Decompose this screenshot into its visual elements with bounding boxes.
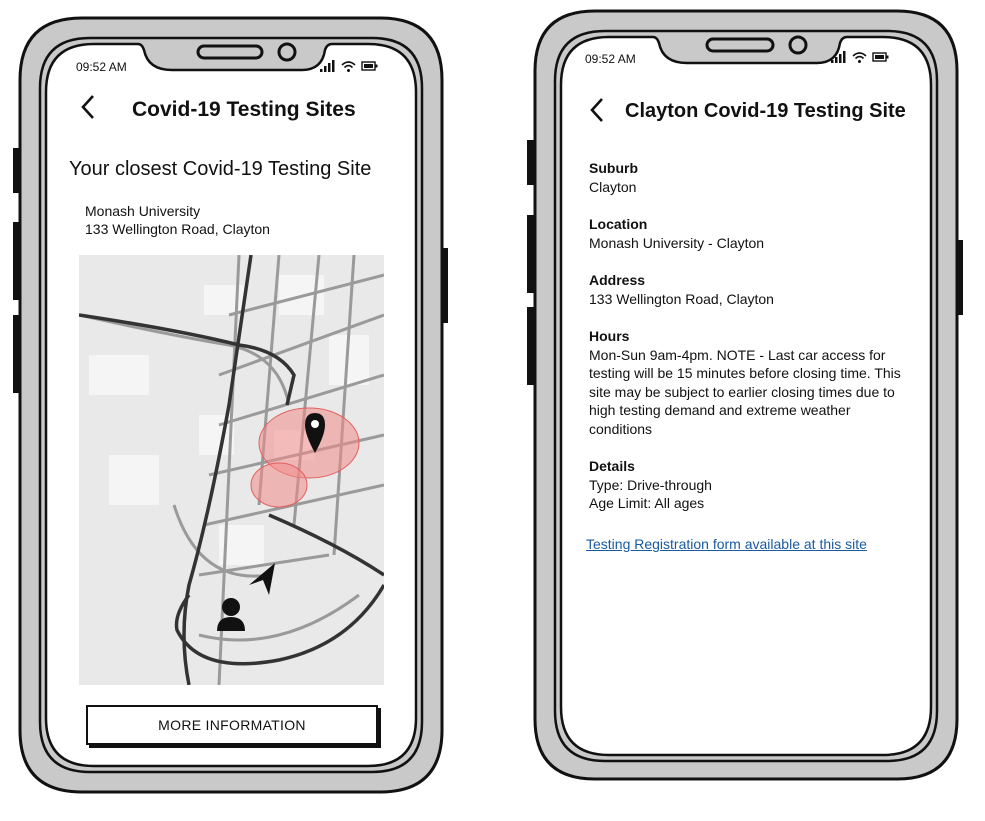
wifi-icon	[852, 52, 867, 63]
back-button[interactable]	[80, 94, 96, 127]
site-address-block: Monash University 133 Wellington Road, C…	[85, 202, 270, 238]
suburb-value: Clayton	[589, 178, 637, 195]
details-label: Details	[589, 458, 635, 474]
right-phone: 09:52 AM Clayton Covid-19 Testing Site S…	[525, 5, 965, 785]
address-value: 133 Wellington Road, Clayton	[589, 290, 774, 307]
suburb-field: Suburb Clayton	[589, 159, 901, 196]
signal-icon	[320, 60, 335, 72]
battery-icon	[872, 52, 889, 62]
chevron-left-icon	[590, 98, 603, 122]
closest-site-heading: Your closest Covid-19 Testing Site	[69, 158, 372, 180]
site-address: 133 Wellington Road, Clayton	[85, 221, 270, 237]
location-field: Location Monash University - Clayton	[589, 215, 901, 252]
site-name: Monash University	[85, 203, 201, 219]
registration-form-link[interactable]: Testing Registration form available at t…	[586, 536, 867, 552]
site-map[interactable]	[79, 255, 384, 685]
hours-label: Hours	[589, 328, 630, 344]
status-icons	[320, 60, 378, 72]
status-time: 09:52 AM	[585, 52, 636, 66]
location-label: Location	[589, 216, 648, 232]
page-title: Covid-19 Testing Sites	[132, 98, 356, 121]
more-information-button[interactable]: MORE INFORMATION	[86, 705, 378, 745]
address-field: Address 133 Wellington Road, Clayton	[589, 271, 901, 308]
status-time: 09:52 AM	[76, 60, 127, 74]
page-title: Clayton Covid-19 Testing Site	[625, 100, 906, 122]
address-label: Address	[589, 272, 646, 288]
details-field: Details Type: Drive-through Age Limit: A…	[589, 457, 901, 513]
details-type: Type: Drive-through	[589, 476, 712, 493]
hours-field: Hours Mon-Sun 9am-4pm. NOTE - Last car a…	[589, 327, 901, 438]
details-age: Age Limit: All ages	[589, 495, 705, 511]
left-phone: 09:52 AM Covid-19 Testing Sites Your clo…	[12, 10, 450, 800]
wifi-icon	[341, 61, 356, 72]
hours-value: Mon-Sun 9am-4pm. NOTE - Last car access …	[589, 346, 901, 437]
site-details: Suburb Clayton Location Monash Universit…	[589, 159, 901, 532]
chevron-left-icon	[81, 95, 94, 119]
suburb-label: Suburb	[589, 160, 638, 176]
back-button[interactable]	[589, 97, 605, 130]
location-value: Monash University - Clayton	[589, 234, 765, 251]
signal-icon	[831, 51, 846, 63]
status-icons	[831, 51, 889, 63]
battery-icon	[361, 61, 378, 71]
